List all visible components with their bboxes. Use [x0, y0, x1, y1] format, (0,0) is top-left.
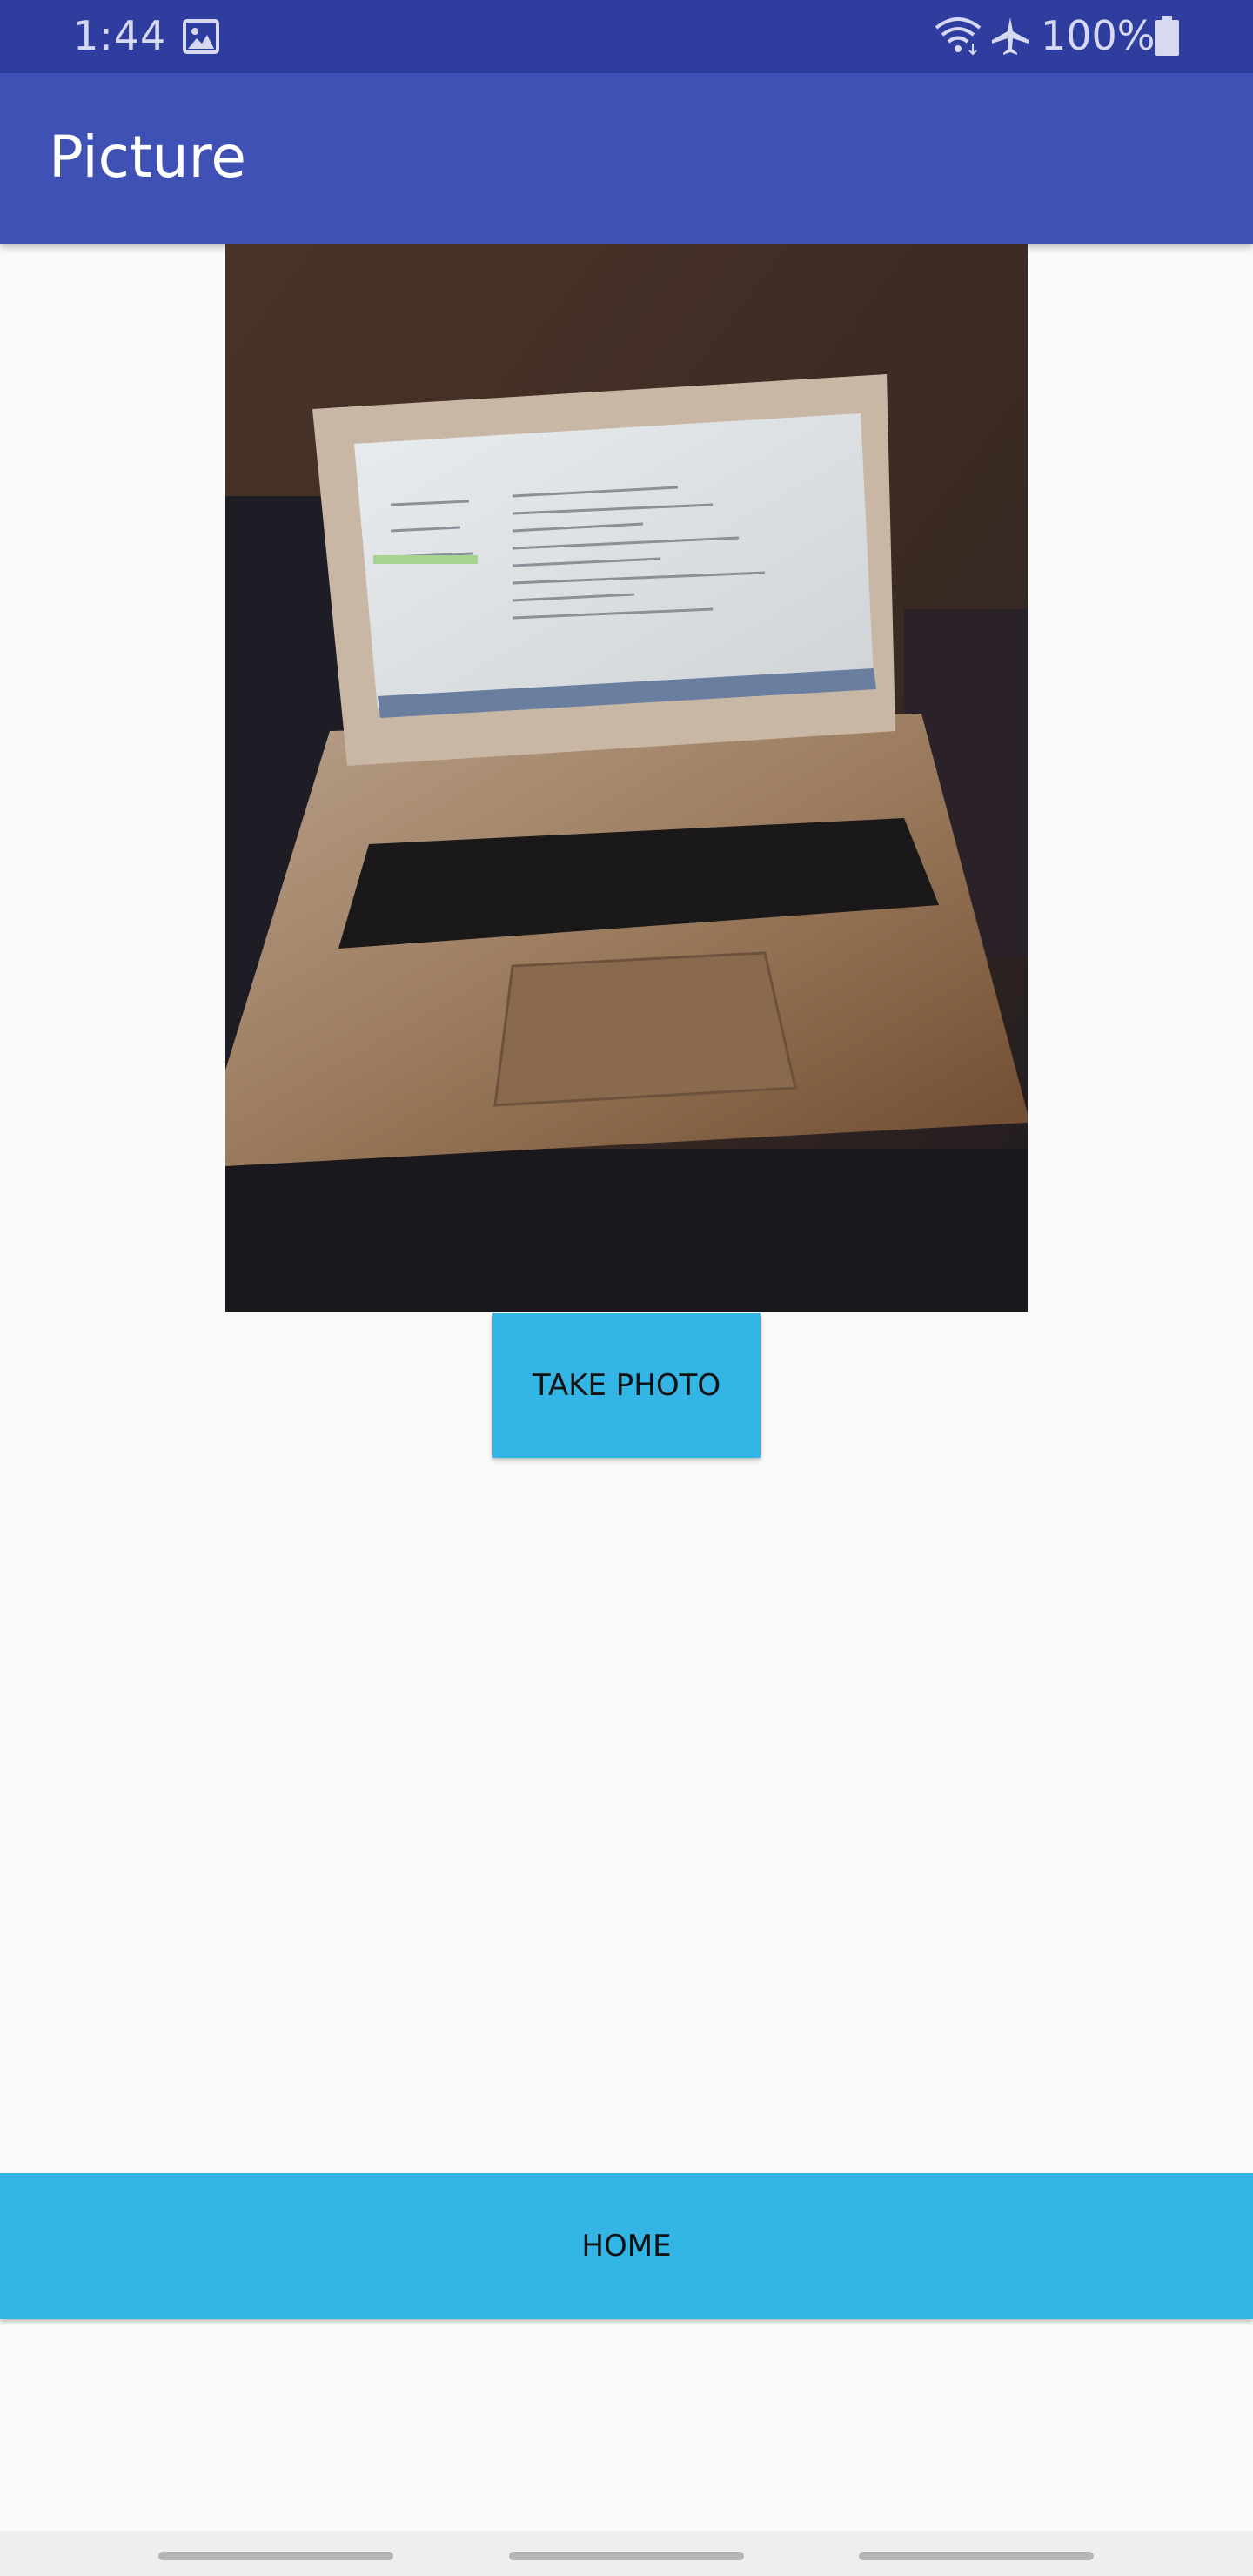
- laptop-photo-image: [225, 244, 1028, 1312]
- nav-handle-left[interactable]: [158, 2552, 393, 2560]
- wifi-icon: [935, 17, 982, 56]
- nav-handle-right[interactable]: [859, 2552, 1094, 2560]
- captured-photo: [225, 244, 1028, 1312]
- battery-icon: [1155, 16, 1179, 56]
- navigation-bar: [0, 2531, 1253, 2576]
- home-button[interactable]: HOME: [0, 2173, 1253, 2319]
- app-title: Picture: [49, 124, 246, 191]
- battery-text: 100%: [1041, 12, 1156, 59]
- status-time: 1:44: [73, 12, 167, 59]
- app-bar: Picture: [0, 73, 1253, 244]
- take-photo-button[interactable]: TAKE PHOTO: [492, 1313, 761, 1458]
- gallery-icon: [183, 19, 219, 54]
- airplane-icon: [992, 17, 1029, 55]
- status-bar: 1:44 100%: [0, 0, 1253, 73]
- nav-handle-center[interactable]: [509, 2552, 744, 2560]
